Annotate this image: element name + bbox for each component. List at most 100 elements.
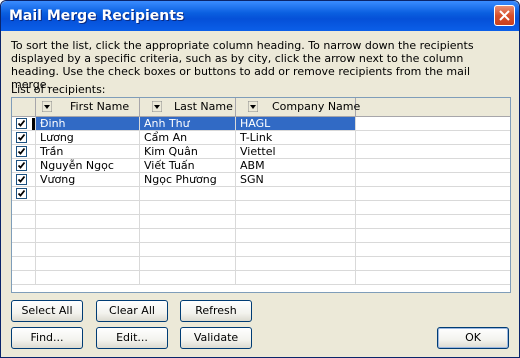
- check-icon: [17, 147, 26, 155]
- refresh-button[interactable]: Refresh: [180, 300, 252, 322]
- checkbox-cell[interactable]: [12, 187, 36, 201]
- cell-company: [236, 215, 356, 229]
- cell-first: [36, 201, 140, 215]
- ok-button[interactable]: OK: [437, 327, 509, 349]
- current-row-marker: [32, 118, 35, 130]
- filler-cell: [356, 215, 510, 229]
- filler-cell: [356, 271, 510, 285]
- title-bar[interactable]: Mail Merge Recipients: [1, 1, 519, 31]
- check-icon: [17, 189, 26, 197]
- cell-first: [36, 229, 140, 243]
- include-checkbox[interactable]: [16, 132, 27, 143]
- include-checkbox[interactable]: [16, 160, 27, 171]
- table-row: [12, 243, 510, 257]
- cell-company: [236, 271, 356, 285]
- include-checkbox[interactable]: [16, 118, 27, 129]
- cell-company[interactable]: HAGL: [236, 117, 356, 131]
- table-row[interactable]: Nguyễn Ngọc Viết Tuấn ABM: [12, 159, 510, 173]
- table-row: [12, 201, 510, 215]
- cell-company[interactable]: T-Link: [236, 131, 356, 145]
- cell-last[interactable]: Anh Thư: [140, 117, 236, 131]
- table-row[interactable]: [12, 187, 510, 201]
- clear-all-button[interactable]: Clear All: [96, 300, 168, 322]
- cell-last: [140, 215, 236, 229]
- checkbox-cell: [12, 257, 36, 271]
- cell-last: [140, 257, 236, 271]
- table-row[interactable]: Lương Cẩm An T-Link: [12, 131, 510, 145]
- chevron-down-icon[interactable]: [152, 101, 162, 112]
- include-checkbox[interactable]: [16, 188, 27, 199]
- cell-first[interactable]: Trần: [36, 145, 140, 159]
- table-row: [12, 229, 510, 243]
- checkbox-cell[interactable]: [12, 145, 36, 159]
- check-icon: [17, 119, 26, 127]
- filler-cell: [356, 257, 510, 271]
- include-checkbox[interactable]: [16, 146, 27, 157]
- cell-last[interactable]: [140, 187, 236, 201]
- check-icon: [17, 133, 26, 141]
- table-row[interactable]: Trần Kim Quân Viettel: [12, 145, 510, 159]
- filler-cell[interactable]: [356, 117, 510, 131]
- cell-company: [236, 201, 356, 215]
- cell-first: [36, 271, 140, 285]
- filler-cell[interactable]: [356, 131, 510, 145]
- filler-cell[interactable]: [356, 187, 510, 201]
- chevron-down-icon[interactable]: [248, 101, 258, 112]
- cell-first: [36, 215, 140, 229]
- checkbox-cell: [12, 201, 36, 215]
- cell-last: [140, 243, 236, 257]
- recipients-grid[interactable]: First Name Last Name Company Name Đinh An…: [11, 97, 511, 293]
- column-header-first-name[interactable]: First Name: [36, 98, 140, 116]
- checkbox-cell[interactable]: [12, 117, 36, 131]
- cell-first[interactable]: Đinh: [36, 117, 140, 131]
- column-header-last-name[interactable]: Last Name: [140, 98, 236, 116]
- checkbox-cell[interactable]: [12, 131, 36, 145]
- filler-cell: [356, 229, 510, 243]
- cell-company[interactable]: [236, 187, 356, 201]
- list-of-recipients-label: List of recipients:: [11, 83, 106, 96]
- table-row[interactable]: Vương Ngọc Phương SGN: [12, 173, 510, 187]
- cell-company[interactable]: ABM: [236, 159, 356, 173]
- cell-company: [236, 243, 356, 257]
- check-icon: [17, 175, 26, 183]
- mail-merge-recipients-dialog: Mail Merge Recipients To sort the list, …: [0, 0, 520, 358]
- select-all-button[interactable]: Select All: [11, 300, 83, 322]
- cell-company: [236, 229, 356, 243]
- cell-last[interactable]: Kim Quân: [140, 145, 236, 159]
- filler-cell: [356, 201, 510, 215]
- chevron-down-icon[interactable]: [42, 101, 52, 112]
- checkbox-cell: [12, 271, 36, 285]
- column-label-first-name: First Name: [70, 100, 130, 113]
- checkbox-cell: [12, 243, 36, 257]
- cell-last: [140, 201, 236, 215]
- cell-first[interactable]: [36, 187, 140, 201]
- checkbox-cell[interactable]: [12, 159, 36, 173]
- filler-cell[interactable]: [356, 173, 510, 187]
- find-button[interactable]: Find...: [11, 327, 83, 349]
- checkbox-cell[interactable]: [12, 173, 36, 187]
- include-checkbox[interactable]: [16, 174, 27, 185]
- filler-cell[interactable]: [356, 159, 510, 173]
- cell-company[interactable]: Viettel: [236, 145, 356, 159]
- cell-last[interactable]: Ngọc Phương: [140, 173, 236, 187]
- cell-first: [36, 243, 140, 257]
- cell-first: [36, 257, 140, 271]
- cell-first[interactable]: Nguyễn Ngọc: [36, 159, 140, 173]
- table-row: [12, 271, 510, 285]
- cell-first[interactable]: Lương: [36, 131, 140, 145]
- checkbox-cell: [12, 229, 36, 243]
- filler-cell[interactable]: [356, 145, 510, 159]
- table-row[interactable]: Đinh Anh Thư HAGL: [12, 117, 510, 131]
- edit-button[interactable]: Edit...: [96, 327, 168, 349]
- cell-first[interactable]: Vương: [36, 173, 140, 187]
- validate-button[interactable]: Validate: [180, 327, 252, 349]
- cell-last[interactable]: Cẩm An: [140, 131, 236, 145]
- cell-last[interactable]: Viết Tuấn: [140, 159, 236, 173]
- cell-last: [140, 271, 236, 285]
- close-button[interactable]: [494, 5, 515, 26]
- cell-company[interactable]: SGN: [236, 173, 356, 187]
- check-icon: [17, 161, 26, 169]
- header-checkbox-column[interactable]: [12, 98, 36, 116]
- cell-company: [236, 257, 356, 271]
- column-header-company-name[interactable]: Company Name: [236, 98, 360, 116]
